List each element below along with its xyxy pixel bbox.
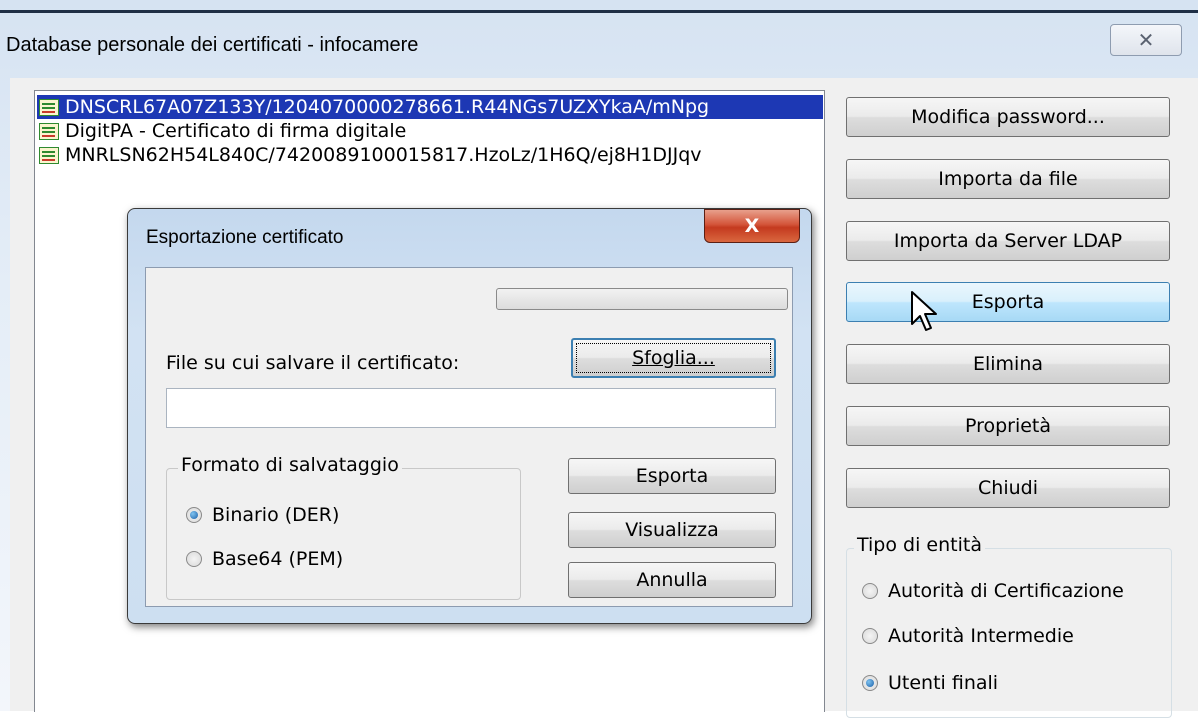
export-dialog: Esportazione certificato X File su cui s… bbox=[127, 208, 812, 624]
radio-label: Autorità di Certificazione bbox=[888, 580, 1124, 602]
dialog-close-button[interactable]: X bbox=[704, 209, 800, 243]
certificate-label: MNRLSN62H54L840C/7420089100015817.HzoLz/… bbox=[65, 144, 702, 166]
entity-type-title: Tipo di entità bbox=[854, 534, 985, 556]
certificate-item[interactable]: MNRLSN62H54L840C/7420089100015817.HzoLz/… bbox=[37, 143, 702, 167]
import-file-button[interactable]: Importa da file bbox=[846, 159, 1170, 199]
import-ldap-button[interactable]: Importa da Server LDAP bbox=[846, 221, 1170, 261]
browse-button[interactable]: Sfoglia... bbox=[571, 338, 776, 378]
radio-label: Base64 (PEM) bbox=[212, 548, 344, 570]
window-close-button[interactable]: ✕ bbox=[1110, 24, 1182, 56]
radio-label: Autorità Intermedie bbox=[888, 625, 1074, 647]
modify-password-button[interactable]: Modifica password... bbox=[846, 97, 1170, 137]
radio-icon bbox=[186, 551, 202, 567]
dialog-export-button[interactable]: Esporta bbox=[568, 458, 776, 494]
export-button[interactable]: Esporta bbox=[846, 282, 1170, 322]
radio-certification-authorities[interactable]: Autorità di Certificazione bbox=[862, 580, 1124, 602]
dialog-body: File su cui salvare il certificato: Sfog… bbox=[145, 267, 793, 607]
certificate-item[interactable]: DNSCRL67A07Z133Y/1204070000278661.R44NGs… bbox=[37, 95, 823, 119]
certificate-item[interactable]: DigitPA - Certificato di firma digitale bbox=[37, 119, 406, 143]
format-title: Formato di salvataggio bbox=[178, 454, 402, 476]
radio-intermediate-authorities[interactable]: Autorità Intermedie bbox=[862, 625, 1074, 647]
radio-binary-der[interactable]: Binario (DER) bbox=[186, 504, 339, 526]
format-group bbox=[166, 468, 521, 600]
certificate-icon bbox=[39, 122, 59, 140]
file-path-input[interactable] bbox=[166, 388, 776, 428]
cancel-button[interactable]: Annulla bbox=[568, 562, 776, 598]
radio-label: Binario (DER) bbox=[212, 504, 340, 526]
window-top-edge bbox=[0, 10, 1198, 13]
properties-button[interactable]: Proprietà bbox=[846, 406, 1170, 446]
radio-checked-icon bbox=[186, 507, 202, 523]
export-progress-bar bbox=[496, 288, 788, 310]
view-button[interactable]: Visualizza bbox=[568, 512, 776, 548]
radio-icon bbox=[862, 628, 878, 644]
delete-button[interactable]: Elimina bbox=[846, 344, 1170, 384]
radio-label: Utenti finali bbox=[888, 672, 999, 694]
radio-checked-icon bbox=[862, 675, 878, 691]
file-label: File su cui salvare il certificato: bbox=[166, 352, 460, 374]
certificate-icon bbox=[39, 146, 59, 164]
certificate-label: DNSCRL67A07Z133Y/1204070000278661.R44NGs… bbox=[65, 96, 710, 118]
radio-icon bbox=[862, 583, 878, 599]
focus-ring bbox=[576, 343, 771, 373]
window-title: Database personale dei certificati - inf… bbox=[6, 34, 419, 56]
radio-base64-pem[interactable]: Base64 (PEM) bbox=[186, 548, 343, 570]
radio-end-users[interactable]: Utenti finali bbox=[862, 672, 998, 694]
dialog-title: Esportazione certificato bbox=[146, 227, 344, 248]
mouse-pointer-icon bbox=[911, 291, 937, 331]
certificate-icon bbox=[39, 98, 59, 116]
close-icon: ✕ bbox=[1137, 28, 1155, 52]
close-button[interactable]: Chiudi bbox=[846, 468, 1170, 508]
close-icon: X bbox=[744, 215, 760, 237]
certificate-label: DigitPA - Certificato di firma digitale bbox=[65, 120, 407, 142]
